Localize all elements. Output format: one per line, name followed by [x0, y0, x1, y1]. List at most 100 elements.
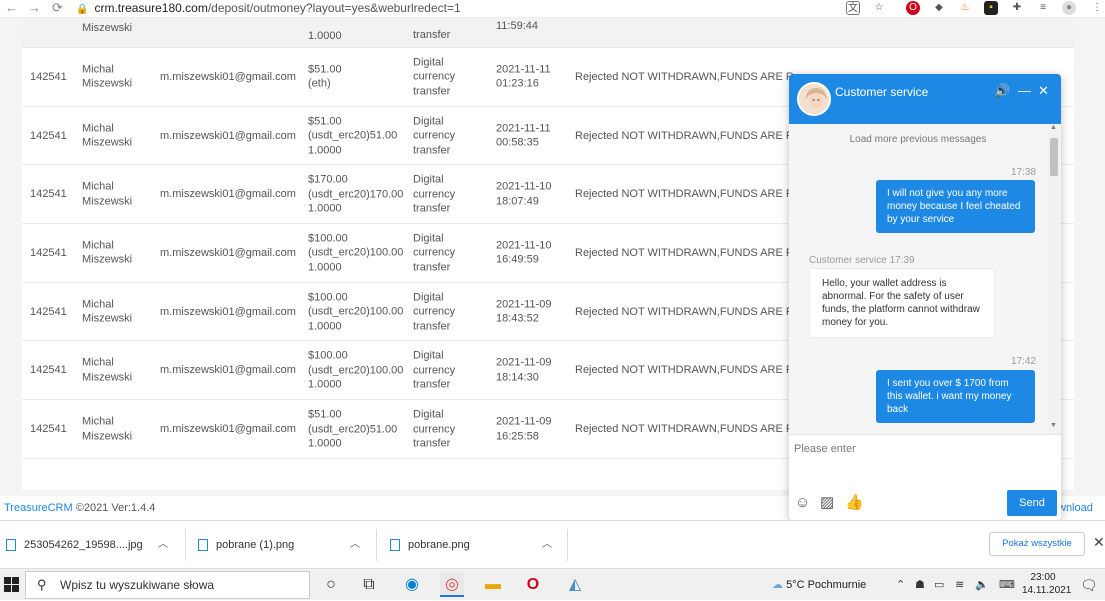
- cell-name: Michal Miszewski: [82, 415, 132, 444]
- cell-id: 142541: [30, 128, 67, 143]
- brand-link[interactable]: TreasureCRM: [4, 502, 73, 514]
- file-icon: [198, 539, 208, 552]
- cell-date: 2021-11-11: [496, 63, 551, 76]
- opera-vpn-icon[interactable]: O: [906, 1, 920, 15]
- windows-taskbar: ⚲ Wpisz tu wyszukiwane słowa ○ ⧉ ◉ ◎ ▬ O …: [0, 568, 1105, 600]
- cloud-icon: ☁: [772, 579, 783, 591]
- cell-name2: Miszewski: [82, 430, 133, 443]
- url-host: crm.treasure180.com: [94, 1, 208, 15]
- cell-email: m.miszewski01@gmail.com: [160, 305, 296, 318]
- extension-badge-icon[interactable]: ▪: [984, 1, 998, 15]
- table-row-partial: Miszewski 1.0000 transfer 11:59:44: [22, 18, 1074, 48]
- thumbs-up-icon[interactable]: 👍: [845, 495, 864, 511]
- download-link[interactable]: wnload: [1058, 496, 1093, 520]
- cell-name1: Michal: [82, 122, 114, 135]
- message-time: 17:38: [1011, 167, 1037, 178]
- reading-list-icon[interactable]: ≡: [1036, 1, 1050, 15]
- cell-name2: Miszewski: [82, 312, 133, 325]
- weather-widget[interactable]: ☁ 5°C Pochmurnie: [772, 569, 866, 601]
- image-upload-icon[interactable]: ▨: [820, 495, 834, 511]
- cell-name: Michal Miszewski: [82, 180, 132, 209]
- cell-name: Michal Miszewski: [82, 356, 132, 385]
- opera-icon[interactable]: O: [521, 573, 545, 597]
- language-icon[interactable]: ⌨: [999, 569, 1015, 601]
- cell-datetime: 2021-11-09 16:25:58: [496, 415, 551, 444]
- cell-amount: $51.00 (usdt_erc20)51.00 1.0000: [308, 114, 397, 158]
- cell-amount1: $100.00: [308, 349, 348, 362]
- back-arrow-icon[interactable]: ←: [5, 1, 18, 15]
- people-icon[interactable]: ☗: [915, 569, 925, 601]
- cell-id: 142541: [30, 187, 67, 202]
- cell-type2: currency: [413, 246, 456, 259]
- cell-type2: currency: [413, 422, 456, 435]
- cell-email: m.miszewski01@gmail.com: [160, 246, 296, 261]
- reload-icon[interactable]: ⟳: [52, 1, 63, 15]
- volume-icon[interactable]: 🔈: [975, 569, 989, 601]
- address-bar[interactable]: 🔒 crm.treasure180.com/deposit/outmoney?la…: [76, 0, 866, 17]
- app-icon[interactable]: ◭: [563, 573, 587, 597]
- send-button[interactable]: Send: [1007, 490, 1057, 516]
- minimize-icon[interactable]: —: [1018, 84, 1031, 98]
- cell-name: Michal Miszewski: [82, 238, 132, 267]
- chat-input-placeholder[interactable]: Please enter: [794, 443, 856, 455]
- emoji-icon[interactable]: ☺: [795, 495, 810, 511]
- cell-date: 2021-11-10: [496, 180, 552, 193]
- download-item[interactable]: pobrane (1).png ︿: [198, 521, 373, 569]
- divider: [567, 529, 568, 561]
- edge-icon[interactable]: ◉: [400, 573, 424, 597]
- file-icon: [390, 539, 400, 552]
- taskbar-search-input[interactable]: ⚲ Wpisz tu wyszukiwane słowa: [25, 571, 310, 599]
- chat-scrollbar[interactable]: ▲ ▼: [1047, 124, 1061, 434]
- chat-input-area[interactable]: Please enter ☺ ▨ 👍 Send: [789, 434, 1061, 520]
- cell-email: m.miszewski01@gmail.com: [160, 364, 296, 377]
- file-explorer-icon[interactable]: ▬: [481, 573, 505, 597]
- cell-type: Digital currency transfer: [413, 172, 455, 216]
- scroll-up-icon[interactable]: ▲: [1050, 124, 1057, 131]
- cell-date: 2021-11-09: [496, 415, 552, 428]
- scroll-down-icon[interactable]: ▼: [1050, 422, 1057, 429]
- cell-amount1: $100.00: [308, 232, 348, 245]
- battery-icon[interactable]: ▭: [934, 569, 944, 601]
- star-bookmark-icon[interactable]: ☆: [872, 1, 886, 15]
- partial-type: transfer: [413, 28, 451, 41]
- close-icon[interactable]: ✕: [1038, 84, 1049, 98]
- chevron-up-icon[interactable]: ︿: [158, 521, 168, 569]
- lock-icon: 🔒: [76, 4, 89, 15]
- cell-name: Michal Miszewski: [82, 121, 132, 150]
- chevron-up-icon[interactable]: ︿: [542, 521, 552, 569]
- chevron-up-icon[interactable]: ⌃: [896, 569, 905, 601]
- forward-arrow-icon[interactable]: →: [28, 1, 41, 15]
- speaker-icon[interactable]: 🔊: [994, 84, 1010, 98]
- chrome-icon[interactable]: ◎: [440, 573, 464, 597]
- translate-icon[interactable]: 文: [846, 1, 860, 15]
- show-all-downloads-button[interactable]: Pokaż wszystkie: [989, 532, 1085, 556]
- cell-type1: Digital: [413, 114, 444, 127]
- cell-status: Rejected NOT WITHDRAWN,FUNDS ARE R: [575, 422, 794, 437]
- page-scrollbar[interactable]: [1090, 18, 1105, 520]
- wifi-icon[interactable]: ≋: [955, 569, 964, 601]
- puzzle-extensions-icon[interactable]: ✚: [1010, 1, 1024, 15]
- profile-avatar-icon[interactable]: ●: [1062, 1, 1076, 15]
- cell-email: m.miszewski01@gmail.com: [160, 187, 296, 202]
- cortana-icon[interactable]: ○: [319, 573, 343, 597]
- cell-status: Rejected NOT WITHDRAWN,FUNDS ARE R: [575, 305, 794, 318]
- download-item[interactable]: pobrane.png ︿: [390, 521, 565, 569]
- cell-type1: Digital: [413, 232, 444, 245]
- taskbar-clock[interactable]: 23:00 14.11.2021: [1022, 571, 1071, 597]
- chat-scroll-thumb[interactable]: [1050, 138, 1058, 176]
- cell-amount2: (eth): [308, 77, 331, 90]
- close-shelf-icon[interactable]: ✕: [1093, 534, 1105, 551]
- windows-start-icon[interactable]: [4, 577, 20, 593]
- chevron-up-icon[interactable]: ︿: [350, 521, 360, 569]
- cell-type: Digital currency transfer: [413, 114, 455, 158]
- task-view-icon[interactable]: ⧉: [357, 573, 381, 597]
- download-item[interactable]: 253054262_19598....jpg ︿: [6, 521, 186, 569]
- load-more-link[interactable]: Load more previous messages: [789, 134, 1047, 145]
- menu-dots-icon[interactable]: ⋮: [1090, 1, 1104, 15]
- fire-extension-icon[interactable]: ♨: [958, 1, 972, 15]
- cell-amount2: (usdt_erc20)51.00: [308, 422, 398, 435]
- cell-type2: currency: [413, 70, 456, 83]
- notification-icon[interactable]: 🗨: [1080, 577, 1098, 594]
- eraser-icon[interactable]: ◆: [932, 1, 946, 15]
- cell-id: 142541: [30, 422, 67, 437]
